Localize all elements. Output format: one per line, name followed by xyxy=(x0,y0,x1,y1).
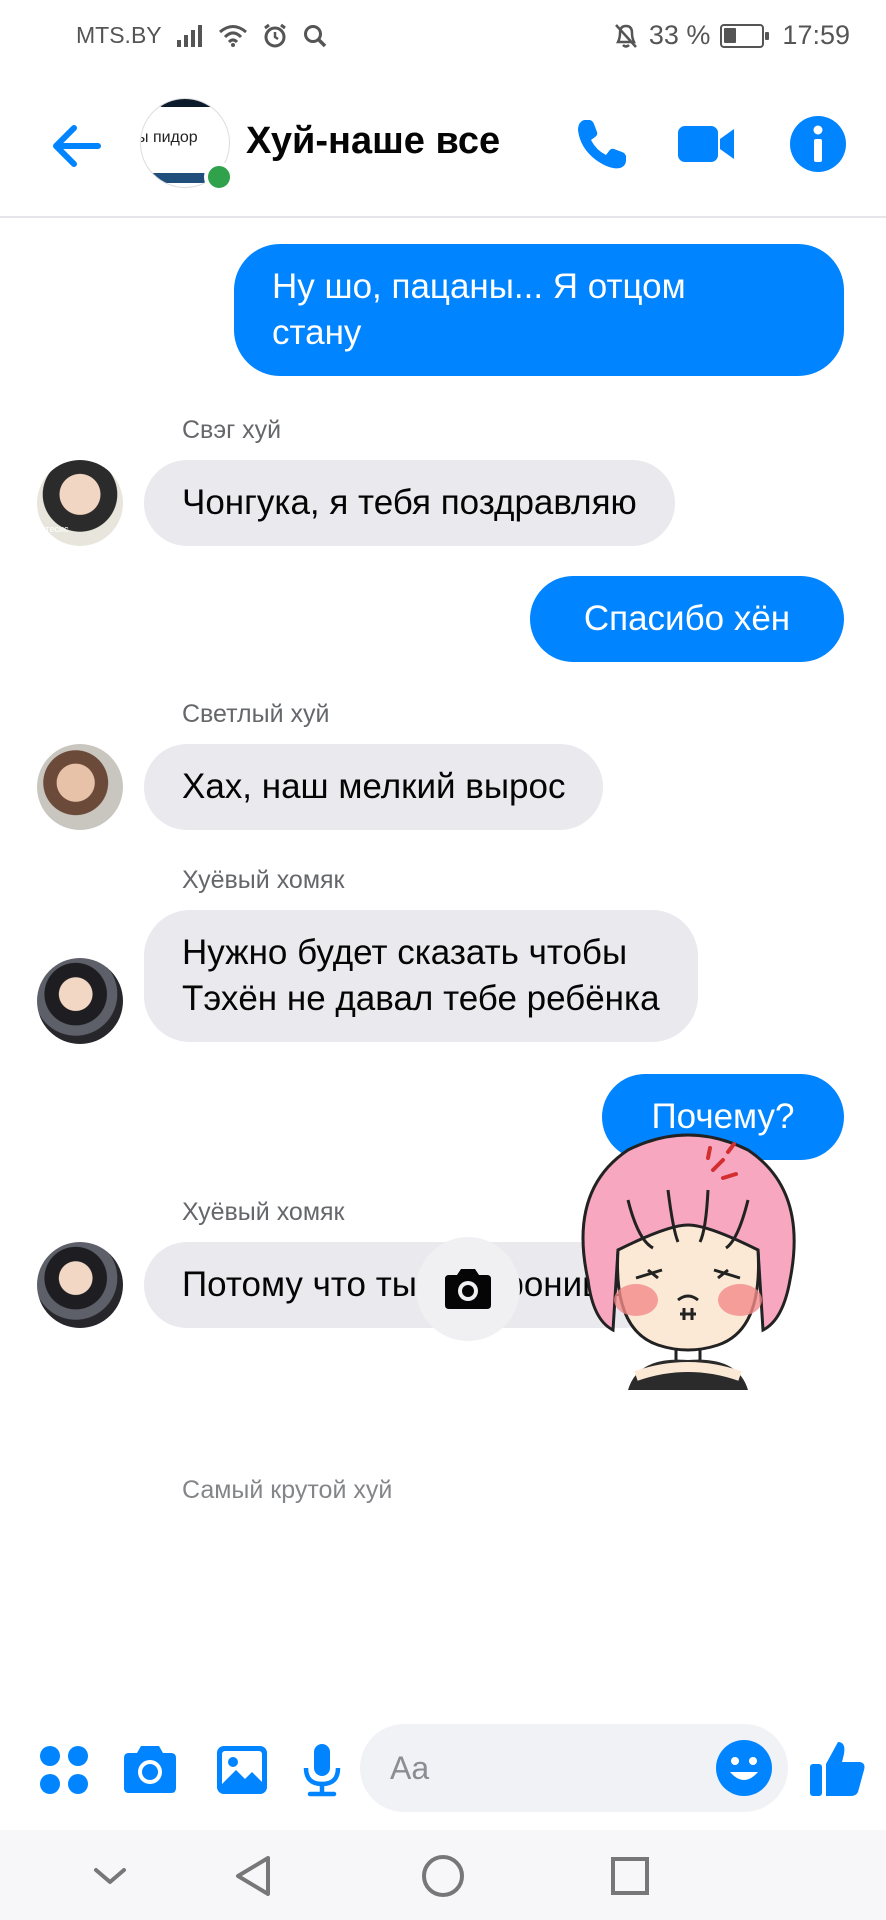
status-left: MTS.BY xyxy=(76,22,328,49)
incoming-message[interactable]: Нужно будет сказать чтобы Тэхён не давал… xyxy=(144,910,698,1042)
apps-grid-icon[interactable] xyxy=(34,1740,94,1800)
avatar[interactable] xyxy=(37,1242,123,1328)
sender-name: Самый крутой хуй xyxy=(182,1476,393,1504)
message-line: Тэхён не давал тебе ребёнка xyxy=(182,979,660,1018)
mute-bell-icon xyxy=(614,23,637,48)
camera-icon[interactable] xyxy=(120,1740,180,1800)
avatar-caption: стесис xyxy=(41,524,69,534)
angry-girl-sticker[interactable] xyxy=(558,1130,818,1390)
status-bar: MTS.BY 33 % 17:59 xyxy=(0,0,886,72)
online-status-dot xyxy=(204,162,234,192)
alarm-icon xyxy=(263,23,286,47)
thumbs-up-icon[interactable] xyxy=(806,1736,870,1800)
status-right: 33 % 17:59 xyxy=(613,20,850,51)
outgoing-message[interactable]: Ну шо, пацаны... Я отцом стану xyxy=(234,244,844,376)
chat-title[interactable]: Хуй-наше все xyxy=(246,120,500,163)
chat-header: ы пидор Хуй-наше все xyxy=(0,72,886,218)
video-camera-icon[interactable] xyxy=(674,112,738,176)
chevron-down-icon[interactable] xyxy=(80,1846,140,1906)
smiley-icon[interactable] xyxy=(714,1738,774,1798)
message-line: стану xyxy=(272,313,362,352)
quick-camera-button[interactable] xyxy=(416,1237,520,1341)
battery-percent: 33 % xyxy=(648,20,711,50)
avatar[interactable]: стесис xyxy=(37,460,123,546)
message-line: Нужно будет сказать чтобы xyxy=(182,933,628,972)
message-input-pill[interactable] xyxy=(360,1724,788,1812)
sender-name: Светлый хуй xyxy=(182,700,330,728)
image-icon[interactable] xyxy=(212,1740,272,1800)
clock: 17:59 xyxy=(782,20,850,50)
incoming-message[interactable]: Чонгука, я тебя поздравляю xyxy=(144,460,675,546)
incoming-message[interactable]: Хах, наш мелкий вырос xyxy=(144,744,604,830)
composer-bar xyxy=(0,1710,886,1830)
system-nav-bar xyxy=(0,1830,886,1920)
message-line: Ну шо, пацаны... Я отцом xyxy=(272,267,686,306)
wifi-icon xyxy=(218,24,247,47)
avatar[interactable] xyxy=(37,958,123,1044)
signal-icon xyxy=(176,24,202,47)
message-list[interactable]: Ну шо, пацаны... Я отцом стану Свэг хуй … xyxy=(0,220,886,1710)
sender-name: Хуёвый хомяк xyxy=(182,866,345,894)
recents-square-icon[interactable] xyxy=(600,1846,660,1906)
group-avatar-text: ы пидор xyxy=(140,129,198,146)
back-triangle-icon[interactable] xyxy=(224,1846,284,1906)
message-input[interactable] xyxy=(390,1746,690,1790)
outgoing-message[interactable]: Спасибо хён xyxy=(530,576,844,662)
sender-name: Хуёвый хомяк xyxy=(182,1198,345,1226)
avatar[interactable] xyxy=(37,744,123,830)
sender-name: Свэг хуй xyxy=(182,416,282,444)
carrier-label: MTS.BY xyxy=(76,22,162,48)
home-circle-icon[interactable] xyxy=(413,1846,473,1906)
microphone-icon[interactable] xyxy=(292,1740,352,1800)
search-icon xyxy=(303,24,326,47)
phone-icon[interactable] xyxy=(570,112,634,176)
camera-icon xyxy=(445,1269,491,1309)
battery-icon xyxy=(720,23,770,48)
group-avatar[interactable]: ы пидор xyxy=(140,98,234,192)
back-arrow-icon[interactable] xyxy=(46,116,106,176)
info-icon[interactable] xyxy=(786,112,850,176)
